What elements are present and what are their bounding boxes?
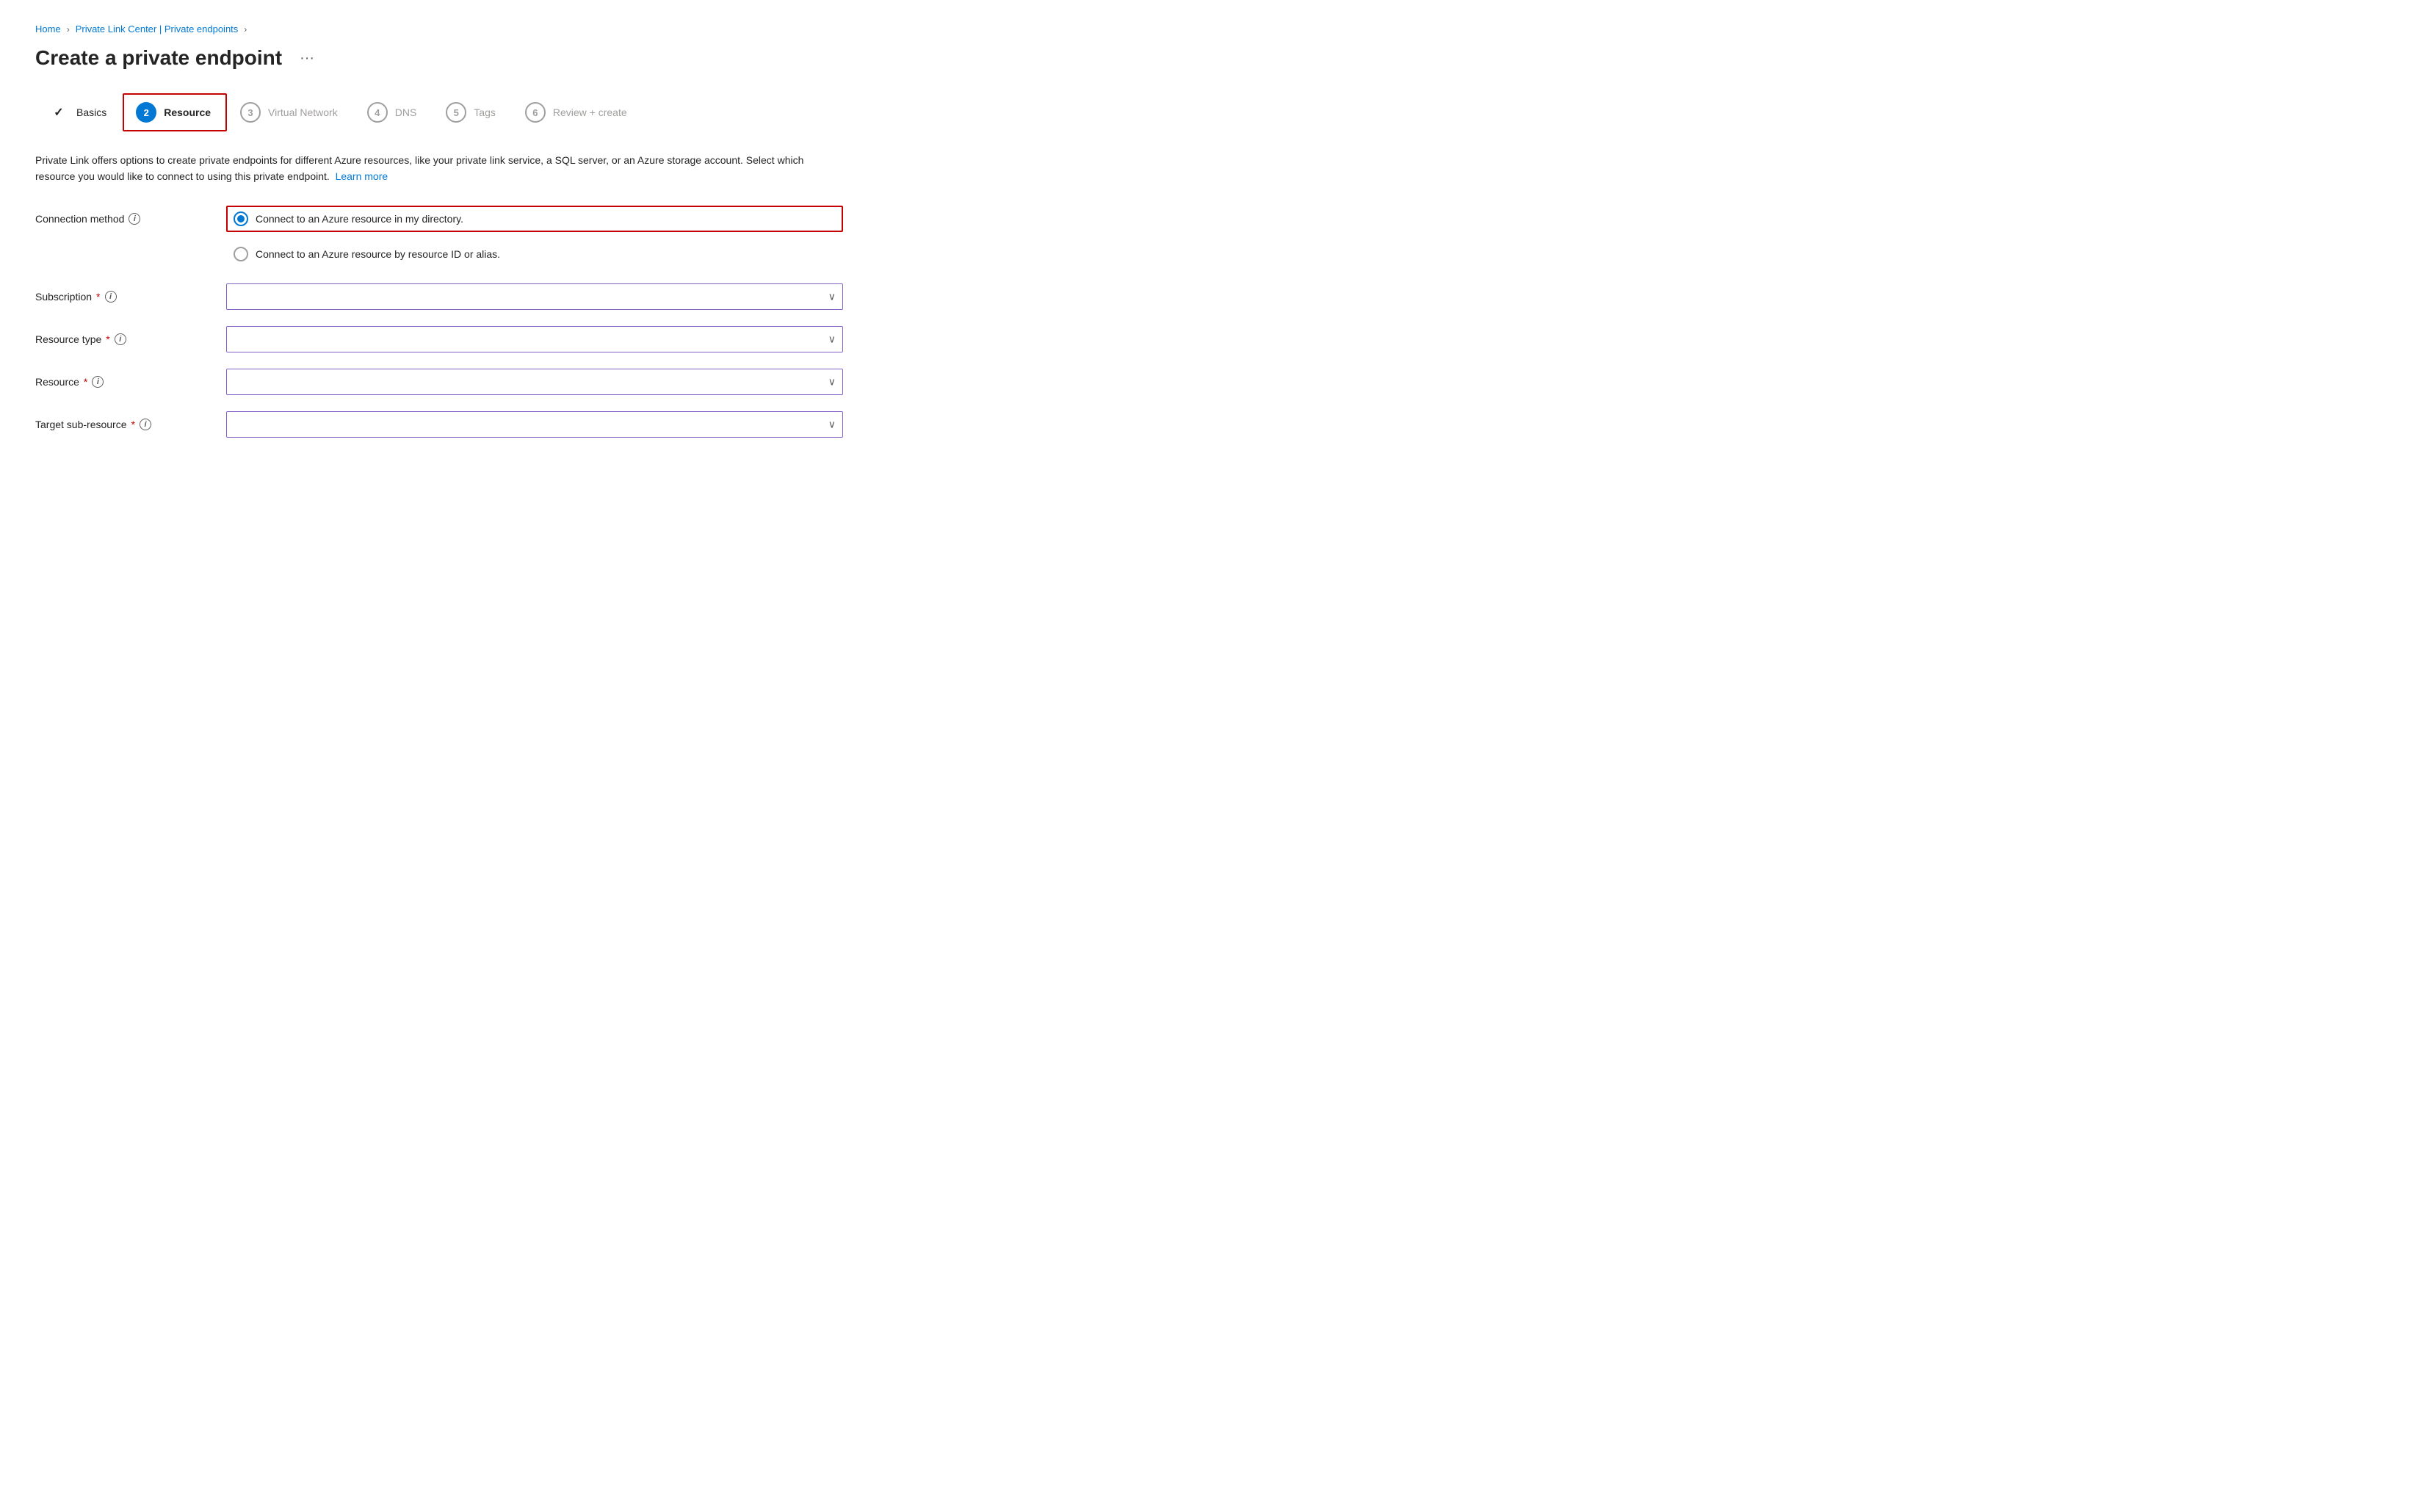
breadcrumb: Home › Private Link Center | Private end… (35, 23, 2384, 35)
connection-directory-wrapper[interactable]: Connect to an Azure resource in my direc… (226, 206, 843, 232)
subscription-label: Subscription (35, 291, 92, 303)
target-sub-resource-required: * (131, 419, 135, 430)
resource-select[interactable] (226, 369, 843, 395)
connection-method-radio-group: Connect to an Azure resource in my direc… (226, 206, 843, 267)
step-dns[interactable]: 4 DNS (354, 93, 433, 131)
subscription-info-icon[interactable]: i (105, 291, 117, 303)
connection-method-label: Connection method (35, 213, 124, 225)
resource-label: Resource (35, 376, 79, 388)
resource-type-required: * (106, 333, 109, 345)
connection-resource-id-label: Connect to an Azure resource by resource… (256, 248, 500, 260)
connection-resource-id-radio-wrapper[interactable] (234, 247, 248, 261)
subscription-select[interactable] (226, 283, 843, 310)
step-resource[interactable]: 2 Resource (123, 93, 227, 131)
target-sub-resource-row: Target sub-resource * i ∨ (35, 411, 843, 438)
resource-type-select-wrapper: ∨ (226, 326, 843, 352)
breadcrumb-sep-1: › (67, 24, 70, 35)
connection-resource-id-wrapper[interactable]: Connect to an Azure resource by resource… (226, 241, 843, 267)
resource-select-wrapper: ∨ (226, 369, 843, 395)
description-text: Private Link offers options to create pr… (35, 154, 803, 182)
resource-type-select[interactable] (226, 326, 843, 352)
step-dns-circle: 4 (367, 102, 388, 123)
step-tags-circle: 5 (446, 102, 466, 123)
subscription-required: * (96, 291, 100, 303)
resource-type-row: Resource type * i ∨ (35, 326, 843, 352)
connection-method-info-icon[interactable]: i (129, 213, 140, 225)
wizard-steps: ✓ Basics 2 Resource 3 Virtual Network 4 … (35, 93, 2384, 131)
step-virtual-network[interactable]: 3 Virtual Network (227, 93, 354, 131)
target-sub-resource-select-wrapper: ∨ (226, 411, 843, 438)
resource-control-col: ∨ (226, 369, 843, 395)
step-dns-label: DNS (395, 106, 417, 118)
connection-directory-label: Connect to an Azure resource in my direc… (256, 213, 463, 225)
breadcrumb-private-link[interactable]: Private Link Center | Private endpoints (76, 23, 239, 35)
connection-method-control-col: Connect to an Azure resource in my direc… (226, 206, 843, 267)
resource-row: Resource * i ∨ (35, 369, 843, 395)
target-sub-resource-select[interactable] (226, 411, 843, 438)
subscription-label-col: Subscription * i (35, 283, 197, 303)
connection-directory-option[interactable]: Connect to an Azure resource in my direc… (234, 211, 463, 226)
connection-method-row: Connection method i Connect to an Azure … (35, 206, 843, 267)
step-tags-label: Tags (474, 106, 496, 118)
description-box: Private Link offers options to create pr… (35, 152, 843, 185)
resource-type-control-col: ∨ (226, 326, 843, 352)
step-resource-circle: 2 (136, 102, 156, 123)
resource-required: * (84, 376, 87, 388)
subscription-control-col: ∨ (226, 283, 843, 310)
connection-method-label-col: Connection method i (35, 206, 197, 225)
resource-type-info-icon[interactable]: i (115, 333, 126, 345)
step-review-label: Review + create (553, 106, 627, 118)
step-review-circle: 6 (525, 102, 546, 123)
page-title: Create a private endpoint (35, 46, 282, 70)
learn-more-link[interactable]: Learn more (336, 170, 388, 182)
step-review-create[interactable]: 6 Review + create (512, 93, 643, 131)
step-tags[interactable]: 5 Tags (433, 93, 512, 131)
step-vnet-circle: 3 (240, 102, 261, 123)
target-sub-resource-label: Target sub-resource (35, 419, 127, 430)
subscription-row: Subscription * i ∨ (35, 283, 843, 310)
step-resource-label: Resource (164, 106, 211, 118)
breadcrumb-sep-2: › (244, 24, 247, 35)
form-section: Connection method i Connect to an Azure … (35, 206, 843, 438)
step-basics-circle: ✓ (48, 102, 69, 123)
step-basics[interactable]: ✓ Basics (35, 93, 123, 131)
resource-type-label: Resource type (35, 333, 101, 345)
step-vnet-label: Virtual Network (268, 106, 338, 118)
connection-directory-radio-wrapper[interactable] (234, 211, 248, 226)
target-sub-resource-info-icon[interactable]: i (140, 419, 151, 430)
ellipsis-button[interactable]: ··· (294, 47, 320, 70)
target-sub-resource-label-col: Target sub-resource * i (35, 411, 197, 430)
resource-info-icon[interactable]: i (92, 376, 104, 388)
connection-resource-id-option[interactable]: Connect to an Azure resource by resource… (234, 247, 500, 261)
resource-type-label-col: Resource type * i (35, 326, 197, 345)
subscription-select-wrapper: ∨ (226, 283, 843, 310)
step-basics-label: Basics (76, 106, 106, 118)
resource-label-col: Resource * i (35, 369, 197, 388)
page-title-row: Create a private endpoint ··· (35, 46, 2384, 70)
breadcrumb-home[interactable]: Home (35, 23, 61, 35)
target-sub-resource-control-col: ∨ (226, 411, 843, 438)
